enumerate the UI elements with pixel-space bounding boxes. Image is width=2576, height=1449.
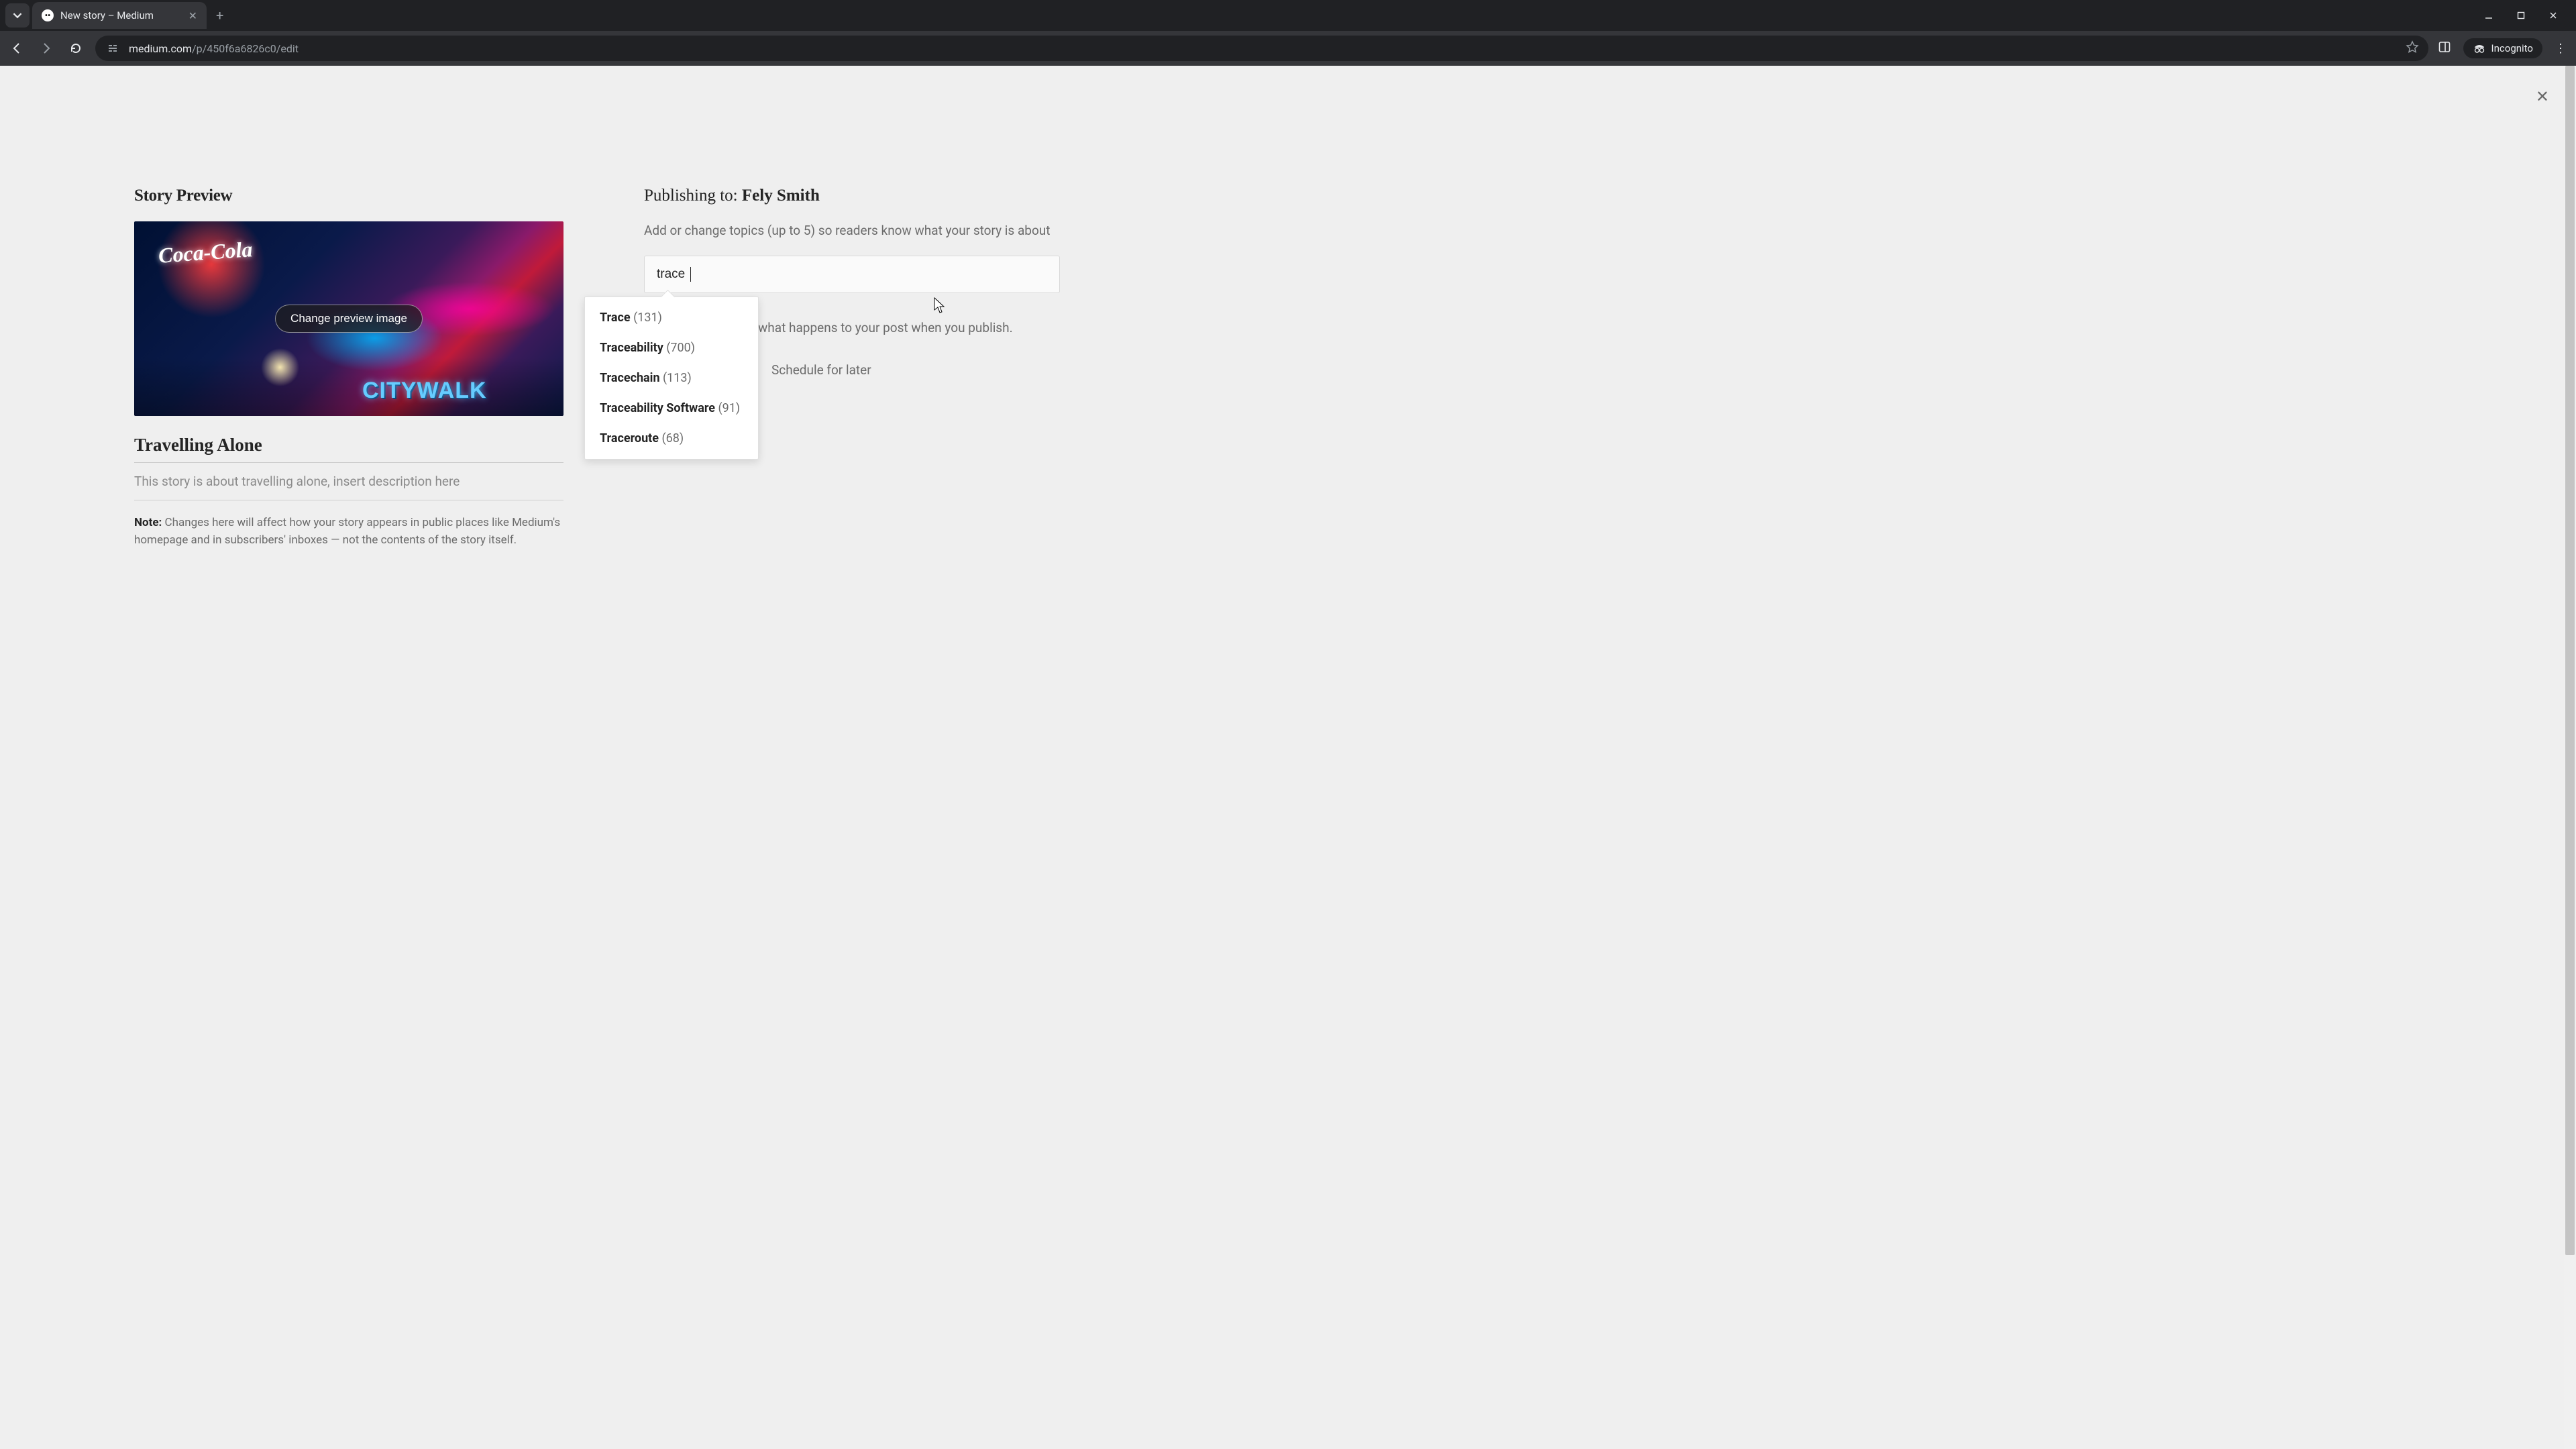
browser-chrome: •• New story – Medium ✕ + medium.com/p/4… bbox=[0, 0, 2576, 66]
publish-settings-column: Publishing to: Fely Smith Add or change … bbox=[644, 186, 1060, 549]
topic-autocomplete-dropdown: Trace (131) Traceability (700) Tracechai… bbox=[584, 297, 759, 460]
page-content: ✕ Story Preview Coca-Cola CITYWALK Chang… bbox=[0, 66, 2576, 1449]
learn-more-text-fragment: what happens to your post when you publi… bbox=[758, 320, 1060, 335]
browser-tab[interactable]: •• New story – Medium ✕ bbox=[32, 2, 207, 29]
chevron-down-icon bbox=[13, 11, 22, 20]
address-bar[interactable]: medium.com/p/450f6a6826c0/edit bbox=[95, 36, 2428, 61]
scrollbar-track[interactable] bbox=[2564, 66, 2576, 1449]
tab-bar: •• New story – Medium ✕ + bbox=[0, 0, 2576, 31]
tab-close-button[interactable]: ✕ bbox=[189, 9, 197, 22]
publishing-to-line: Publishing to: Fely Smith bbox=[644, 186, 1060, 205]
story-preview-heading: Story Preview bbox=[134, 186, 564, 205]
nav-back-button[interactable] bbox=[7, 38, 27, 58]
topics-input-container[interactable]: Trace (131) Traceability (700) Tracechai… bbox=[644, 256, 1060, 293]
mouse-cursor-icon bbox=[934, 297, 946, 315]
new-tab-button[interactable]: + bbox=[209, 3, 230, 28]
medium-favicon-icon: •• bbox=[42, 9, 54, 21]
change-preview-image-button[interactable]: Change preview image bbox=[275, 305, 423, 333]
autocomplete-item[interactable]: Traceroute (68) bbox=[585, 423, 758, 453]
window-maximize-button[interactable] bbox=[2513, 7, 2529, 23]
scrollbar-thumb[interactable] bbox=[2565, 66, 2575, 1255]
site-info-icon[interactable] bbox=[105, 42, 121, 54]
topics-hint-text: Add or change topics (up to 5) so reader… bbox=[644, 221, 1060, 241]
close-publish-modal-button[interactable]: ✕ bbox=[2536, 87, 2549, 106]
story-subtitle-input[interactable]: This story is about travelling alone, in… bbox=[134, 474, 564, 500]
note-body: Changes here will affect how your story … bbox=[134, 516, 560, 547]
publish-actions-row: Schedule for later bbox=[771, 362, 1060, 378]
publishing-author[interactable]: Fely Smith bbox=[742, 186, 820, 205]
preview-image[interactable]: Coca-Cola CITYWALK Change preview image bbox=[134, 221, 564, 416]
story-preview-column: Story Preview Coca-Cola CITYWALK Change … bbox=[134, 186, 564, 549]
preview-note: Note: Changes here will affect how your … bbox=[134, 514, 564, 549]
publishing-to-prefix: Publishing to: bbox=[644, 186, 742, 205]
topic-input[interactable] bbox=[657, 267, 690, 282]
autocomplete-item[interactable]: Traceability Software (91) bbox=[585, 393, 758, 423]
window-minimize-button[interactable] bbox=[2481, 7, 2497, 23]
publish-modal: Story Preview Coca-Cola CITYWALK Change … bbox=[0, 66, 2576, 590]
nav-reload-button[interactable] bbox=[66, 38, 86, 58]
preview-image-decor-logo-bottom: CITYWALK bbox=[362, 378, 487, 404]
schedule-for-later-link[interactable]: Schedule for later bbox=[771, 362, 871, 378]
tab-title: New story – Medium bbox=[60, 9, 182, 21]
nav-forward-button[interactable] bbox=[36, 38, 56, 58]
autocomplete-item[interactable]: Trace (131) bbox=[585, 303, 758, 333]
incognito-icon bbox=[2473, 43, 2486, 54]
note-label: Note: bbox=[134, 516, 162, 529]
bookmark-star-icon[interactable] bbox=[2406, 40, 2419, 56]
browser-menu-button[interactable]: ⋮ bbox=[2555, 42, 2567, 56]
browser-toolbar: medium.com/p/450f6a6826c0/edit Incognito… bbox=[0, 31, 2576, 66]
autocomplete-item[interactable]: Tracechain (113) bbox=[585, 363, 758, 393]
tab-search-dropdown[interactable] bbox=[5, 3, 30, 28]
window-controls bbox=[2481, 7, 2571, 23]
incognito-indicator[interactable]: Incognito bbox=[2463, 38, 2542, 58]
window-close-button[interactable] bbox=[2545, 7, 2561, 23]
incognito-label: Incognito bbox=[2491, 42, 2533, 54]
autocomplete-item[interactable]: Traceability (700) bbox=[585, 333, 758, 363]
side-panel-icon[interactable] bbox=[2438, 40, 2451, 56]
preview-image-decor-logo-top: Coca-Cola bbox=[158, 237, 254, 268]
url-text: medium.com/p/450f6a6826c0/edit bbox=[129, 42, 2398, 55]
story-title-input[interactable]: Travelling Alone bbox=[134, 435, 564, 463]
